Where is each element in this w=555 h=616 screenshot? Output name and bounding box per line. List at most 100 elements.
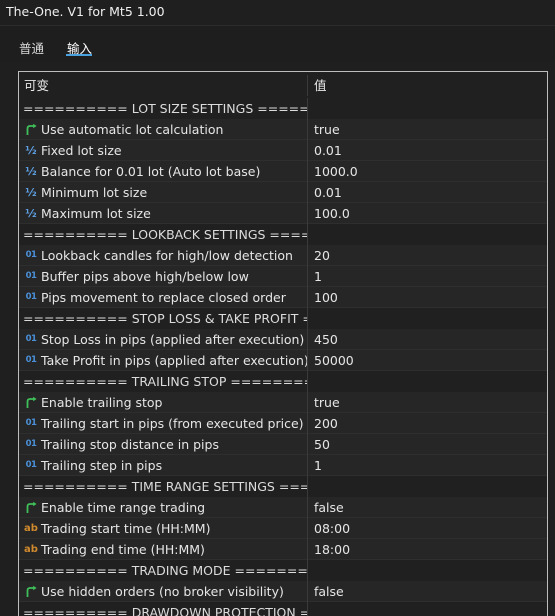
tab-common[interactable]: 普通	[19, 38, 44, 57]
param-value[interactable]: 08:00	[309, 518, 547, 539]
section-value-cell	[309, 371, 547, 392]
section-label: ========== LOOKBACK SETTINGS ======...	[19, 224, 308, 245]
param-value[interactable]: 100	[309, 287, 547, 308]
section-value-cell	[309, 602, 547, 616]
section-label: ========== DRAWDOWN PROTECTION ==	[19, 602, 308, 616]
param-value[interactable]: 200	[309, 413, 547, 434]
param-label: Stop Loss in pips (applied after executi…	[41, 332, 305, 347]
param-label: Enable trailing stop	[41, 395, 163, 410]
table-row[interactable]: 01 Take Profit in pips (applied after exe…	[19, 350, 547, 371]
bool-arrow-icon	[23, 392, 39, 413]
string-icon: ab	[24, 523, 38, 534]
param-label: Enable time range trading	[41, 500, 206, 515]
param-label: Use hidden orders (no broker visibility)	[41, 584, 284, 599]
param-value[interactable]: 0.01	[309, 140, 547, 161]
section-row[interactable]: ========== TRADING MODE ========...	[19, 560, 547, 581]
table-row[interactable]: ½ Minimum lot size 0.01	[19, 182, 547, 203]
table-row[interactable]: ½ Balance for 0.01 lot (Auto lot base) 100…	[19, 161, 547, 182]
param-value[interactable]: 1000.0	[309, 161, 547, 182]
section-row[interactable]: ========== TIME RANGE SETTINGS ====...	[19, 476, 547, 497]
table-row[interactable]: Use hidden orders (no broker visibility)…	[19, 581, 547, 602]
integer-icon: 01	[25, 355, 37, 365]
tab-bar: 普通 输入	[0, 26, 555, 62]
section-row[interactable]: ========== LOT SIZE SETTINGS =======...	[19, 98, 547, 119]
param-label: Use automatic lot calculation	[41, 122, 224, 137]
param-value[interactable]: 18:00	[309, 539, 547, 560]
param-label: Trailing start in pips (from executed pr…	[41, 416, 304, 431]
section-label: ========== STOP LOSS & TAKE PROFIT ==...	[19, 308, 308, 329]
table-row[interactable]: Enable trailing stop true	[19, 392, 547, 413]
section-label: ========== TRADING MODE ========...	[19, 560, 308, 581]
table-row[interactable]: 01 Trailing start in pips (from executed …	[19, 413, 547, 434]
active-tab-indicator	[66, 54, 92, 56]
column-header-variable[interactable]: 可变	[19, 75, 308, 96]
param-value[interactable]: 50	[309, 434, 547, 455]
table-row[interactable]: 01 Trailing step in pips 1	[19, 455, 547, 476]
integer-icon: 01	[25, 292, 37, 302]
param-label: Minimum lot size	[41, 185, 148, 200]
param-label: Trading end time (HH:MM)	[41, 542, 205, 557]
param-value[interactable]: 450	[309, 329, 547, 350]
param-value[interactable]: true	[309, 392, 547, 413]
integer-icon: 01	[25, 271, 37, 281]
table-row[interactable]: 01 Pips movement to replace closed order 1…	[19, 287, 547, 308]
table-row[interactable]: ½ Fixed lot size 0.01	[19, 140, 547, 161]
param-value[interactable]: 1	[309, 266, 547, 287]
column-header-value[interactable]: 值	[309, 75, 547, 96]
param-label: Buffer pips above high/below low	[41, 269, 249, 284]
section-value-cell	[309, 560, 547, 581]
param-label: Trading start time (HH:MM)	[41, 521, 211, 536]
section-value-cell	[309, 476, 547, 497]
table-row[interactable]: Enable time range trading false	[19, 497, 547, 518]
integer-icon: 01	[25, 439, 37, 449]
param-value[interactable]: false	[309, 497, 547, 518]
section-row[interactable]: ========== LOOKBACK SETTINGS ======...	[19, 224, 547, 245]
bool-arrow-icon	[23, 497, 39, 518]
table-row[interactable]: ½ Maximum lot size 100.0	[19, 203, 547, 224]
section-value-cell	[309, 308, 547, 329]
param-label: Take Profit in pips (applied after execu…	[41, 353, 308, 368]
param-label: Trailing step in pips	[41, 458, 163, 473]
window-titlebar: The-One. V1 for Mt5 1.00	[0, 0, 555, 26]
param-value[interactable]: 20	[309, 245, 547, 266]
fraction-icon: ½	[25, 186, 37, 199]
param-label: Maximum lot size	[41, 206, 151, 221]
table-row[interactable]: 01 Trailing stop distance in pips 50	[19, 434, 547, 455]
integer-icon: 01	[25, 418, 37, 428]
param-label: Lookback candles for high/low detection	[41, 248, 293, 263]
integer-icon: 01	[25, 334, 37, 344]
section-label: ========== TRAILING STOP ==========	[19, 371, 308, 392]
param-label: Pips movement to replace closed order	[41, 290, 286, 305]
fraction-icon: ½	[25, 207, 37, 220]
inputs-table: 可变 值 ========== LOT SIZE SETTINGS ======…	[18, 71, 548, 616]
param-value[interactable]: 1	[309, 455, 547, 476]
table-row[interactable]: 01 Lookback candles for high/low detectio…	[19, 245, 547, 266]
section-label: ========== LOT SIZE SETTINGS =======...	[19, 98, 308, 119]
bool-arrow-icon	[23, 581, 39, 602]
fraction-icon: ½	[25, 144, 37, 157]
param-label: Balance for 0.01 lot (Auto lot base)	[41, 164, 261, 179]
integer-icon: 01	[25, 250, 37, 260]
param-label: Fixed lot size	[41, 143, 122, 158]
bool-arrow-icon	[23, 119, 39, 140]
section-row[interactable]: ========== STOP LOSS & TAKE PROFIT ==...	[19, 308, 547, 329]
table-row[interactable]: 01 Buffer pips above high/below low 1	[19, 266, 547, 287]
string-icon: ab	[24, 544, 38, 555]
section-row[interactable]: ========== DRAWDOWN PROTECTION ==	[19, 602, 547, 616]
section-value-cell	[309, 98, 547, 119]
table-header: 可变 值	[19, 75, 547, 96]
section-label: ========== TIME RANGE SETTINGS ====...	[19, 476, 308, 497]
param-label: Trailing stop distance in pips	[41, 437, 219, 452]
table-row[interactable]: ab Trading end time (HH:MM) 18:00	[19, 539, 547, 560]
param-value[interactable]: false	[309, 581, 547, 602]
table-row[interactable]: ab Trading start time (HH:MM) 08:00	[19, 518, 547, 539]
integer-icon: 01	[25, 460, 37, 470]
param-value[interactable]: 50000	[309, 350, 547, 371]
table-row[interactable]: 01 Stop Loss in pips (applied after execu…	[19, 329, 547, 350]
table-row[interactable]: Use automatic lot calculation true	[19, 119, 547, 140]
param-value[interactable]: 100.0	[309, 203, 547, 224]
fraction-icon: ½	[25, 165, 37, 178]
param-value[interactable]: true	[309, 119, 547, 140]
param-value[interactable]: 0.01	[309, 182, 547, 203]
section-row[interactable]: ========== TRAILING STOP ==========	[19, 371, 547, 392]
